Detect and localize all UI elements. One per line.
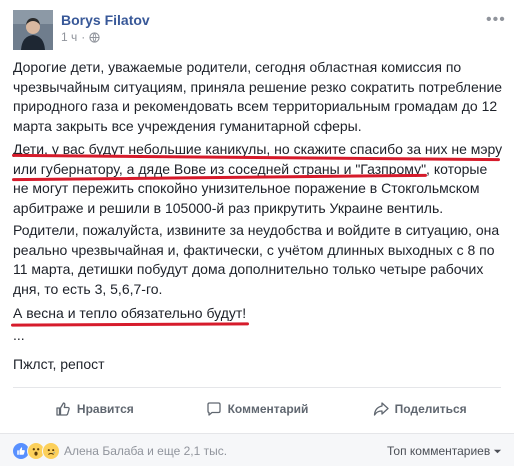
post-header: Borys Filatov 1 ч · ••• — [0, 0, 514, 52]
comment-sort-dropdown[interactable]: Топ комментариев — [387, 444, 502, 458]
post-meta: 1 ч · — [61, 30, 100, 44]
more-options-icon[interactable]: ••• — [486, 11, 506, 29]
actions-divider — [13, 387, 501, 388]
action-bar: Нравится Комментарий Поделиться — [13, 389, 501, 429]
comment-button[interactable]: Комментарий — [176, 389, 339, 429]
paragraph-ellipsis: ... — [13, 327, 25, 343]
paragraph-intro: Дорогие дети, уважаемые родители, сегодн… — [13, 59, 503, 135]
paragraph-parents: Родители, пожалуйста, извините за неудоб… — [13, 222, 500, 298]
paragraph-repost: Пжлст, репост — [13, 356, 105, 372]
chevron-down-icon — [494, 449, 502, 453]
share-label: Поделиться — [394, 402, 467, 416]
comment-icon — [206, 402, 221, 416]
like-label: Нравится — [76, 402, 134, 416]
reaction-icons[interactable] — [12, 442, 60, 460]
post-time[interactable]: 1 ч — [61, 30, 77, 44]
avatar[interactable] — [13, 10, 53, 50]
like-button[interactable]: Нравится — [13, 389, 176, 429]
sad-reaction-icon — [42, 442, 60, 460]
thumbs-up-icon — [56, 402, 70, 416]
globe-icon[interactable] — [89, 31, 100, 43]
comment-label: Комментарий — [227, 402, 309, 416]
reactions-summary[interactable]: Алена Балаба и еще 2,1 тыс. — [64, 444, 227, 458]
paragraph-spring: А весна и тепло обязательно будут! — [13, 305, 247, 321]
meta-separator: · — [81, 30, 86, 44]
comment-sort-label: Топ комментариев — [387, 444, 491, 458]
author-name[interactable]: Borys Filatov — [61, 12, 150, 28]
share-button[interactable]: Поделиться — [338, 389, 501, 429]
share-icon — [373, 402, 389, 416]
reactions-footer: Алена Балаба и еще 2,1 тыс. Топ коммента… — [0, 434, 514, 466]
